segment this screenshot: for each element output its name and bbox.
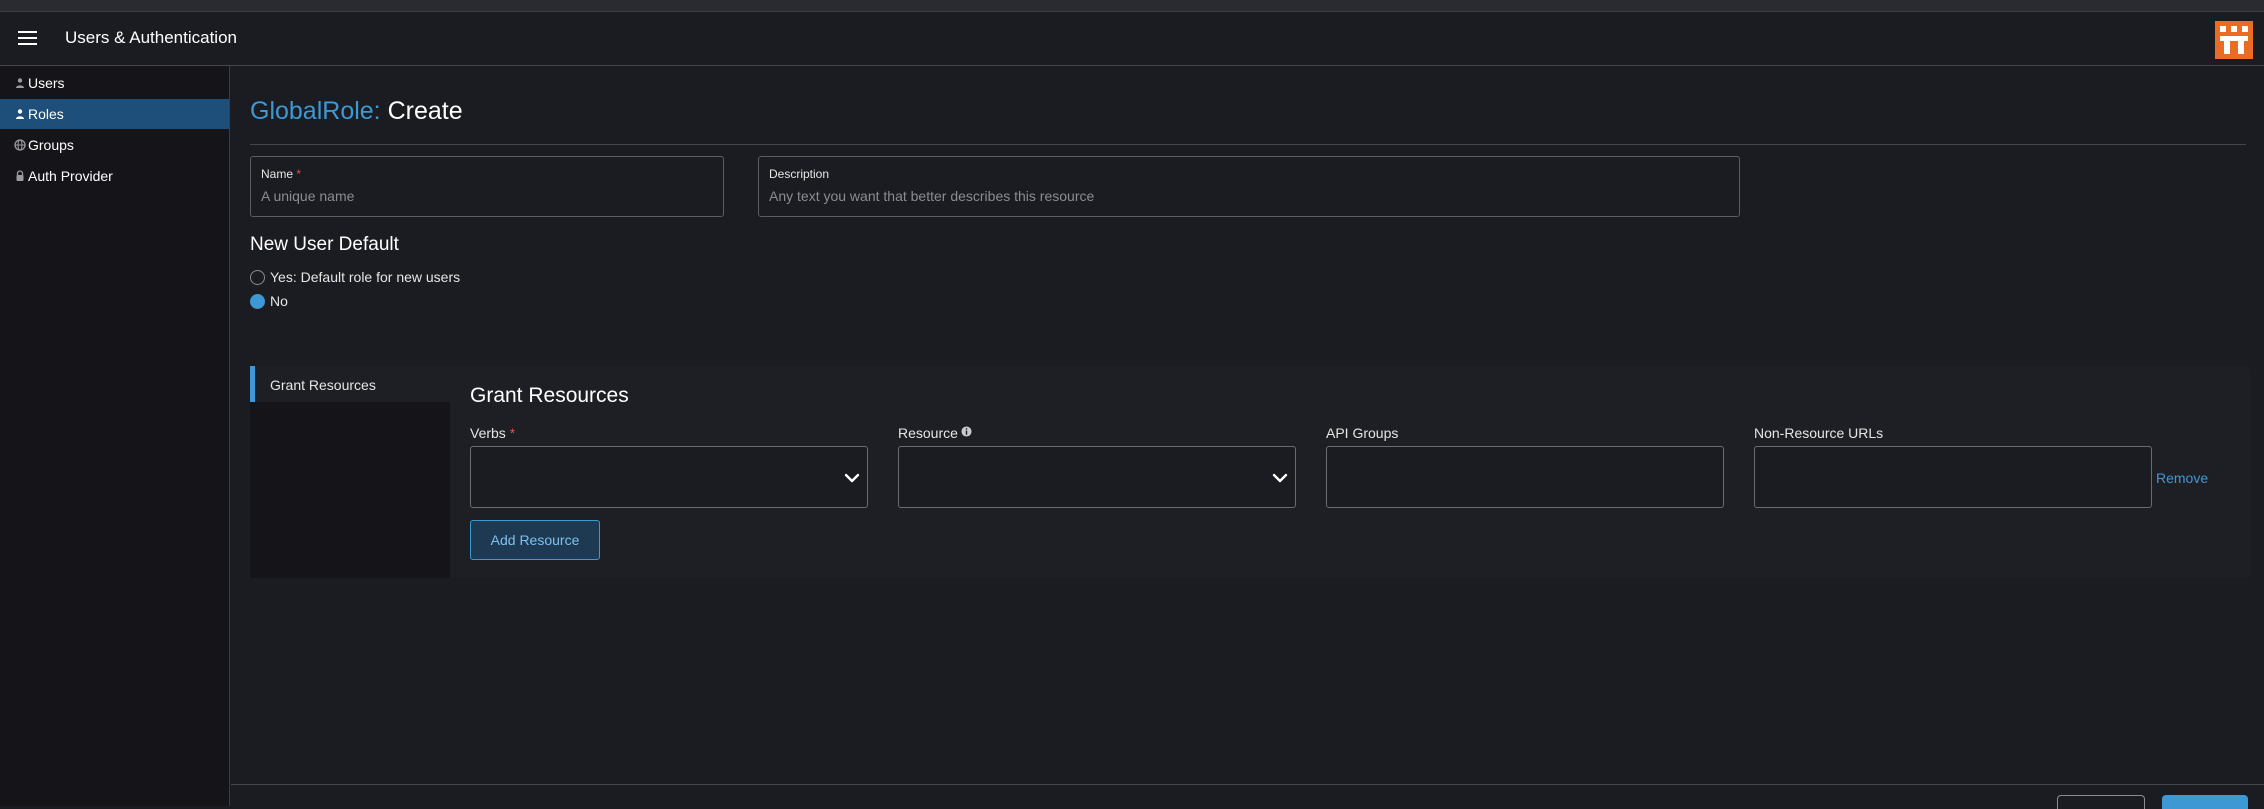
radio-label: Yes: Default role for new users xyxy=(270,269,461,285)
app-header: Users & Authentication xyxy=(0,12,2264,66)
verbs-label: Verbs * xyxy=(470,425,516,441)
radio-label: No xyxy=(270,293,288,309)
resource-select[interactable] xyxy=(898,446,1296,508)
page-title: GlobalRole: Create xyxy=(250,97,463,126)
tab-label: Grant Resources xyxy=(270,377,376,393)
chevron-down-icon xyxy=(844,473,860,483)
user-icon xyxy=(16,109,24,119)
grant-tabs: Grant Resources xyxy=(250,366,450,578)
footer-bar xyxy=(231,784,2264,809)
user-icon xyxy=(16,78,24,88)
sidebar: Users Roles Groups Auth Provider xyxy=(0,66,230,806)
sidebar-item-auth-provider[interactable]: Auth Provider xyxy=(0,161,229,191)
globe-icon xyxy=(14,139,26,151)
lock-icon xyxy=(16,170,24,181)
chevron-down-icon xyxy=(1272,473,1288,483)
add-resource-button[interactable]: Add Resource xyxy=(470,520,600,560)
sidebar-item-label: Groups xyxy=(28,137,74,153)
sidebar-item-groups[interactable]: Groups xyxy=(0,130,229,160)
sidebar-item-roles[interactable]: Roles xyxy=(0,99,229,129)
api-groups-input[interactable] xyxy=(1326,446,1724,508)
sidebar-item-label: Roles xyxy=(28,106,64,122)
main-content: GlobalRole: Create Name * Description Ne… xyxy=(231,66,2264,809)
title-divider xyxy=(250,144,2246,145)
header-title: Users & Authentication xyxy=(65,28,237,47)
page-title-prefix[interactable]: GlobalRole: xyxy=(250,97,381,125)
cancel-button[interactable] xyxy=(2057,795,2145,809)
remove-link[interactable]: Remove xyxy=(2156,470,2208,486)
verbs-select[interactable] xyxy=(470,446,868,508)
radio-no[interactable]: No xyxy=(250,292,310,312)
resource-label: Resource xyxy=(898,425,972,441)
grant-resources-heading: Grant Resources xyxy=(470,384,629,407)
required-mark: * xyxy=(509,425,516,441)
radio-yes-default[interactable]: Yes: Default role for new users xyxy=(250,268,470,288)
rancher-logo-icon[interactable] xyxy=(2215,21,2253,59)
sidebar-item-users[interactable]: Users xyxy=(0,68,229,98)
grant-resources-panel: Grant Resources Grant Resources Verbs * … xyxy=(250,366,2250,578)
page-title-action: Create xyxy=(387,97,463,125)
non-resource-urls-input[interactable] xyxy=(1754,446,2152,508)
sidebar-item-label: Users xyxy=(28,75,65,91)
description-field-label: Description xyxy=(769,167,830,181)
description-input[interactable] xyxy=(769,186,1651,206)
required-mark: * xyxy=(296,167,302,181)
name-field-label: Name * xyxy=(261,167,302,181)
browser-top-strip xyxy=(0,0,2264,12)
info-icon[interactable] xyxy=(961,426,972,437)
tab-grant-resources[interactable]: Grant Resources xyxy=(250,366,450,402)
name-input[interactable] xyxy=(261,186,686,206)
sidebar-item-label: Auth Provider xyxy=(28,168,113,184)
hamburger-icon[interactable] xyxy=(18,30,37,46)
non-resource-urls-label: Non-Resource URLs xyxy=(1754,425,1884,441)
new-user-default-title: New User Default xyxy=(250,234,399,255)
create-button[interactable] xyxy=(2162,795,2248,809)
radio-button[interactable] xyxy=(250,294,265,309)
description-field[interactable]: Description xyxy=(758,156,1740,217)
radio-button[interactable] xyxy=(250,270,265,285)
name-field[interactable]: Name * xyxy=(250,156,724,217)
api-groups-label: API Groups xyxy=(1326,425,1399,441)
